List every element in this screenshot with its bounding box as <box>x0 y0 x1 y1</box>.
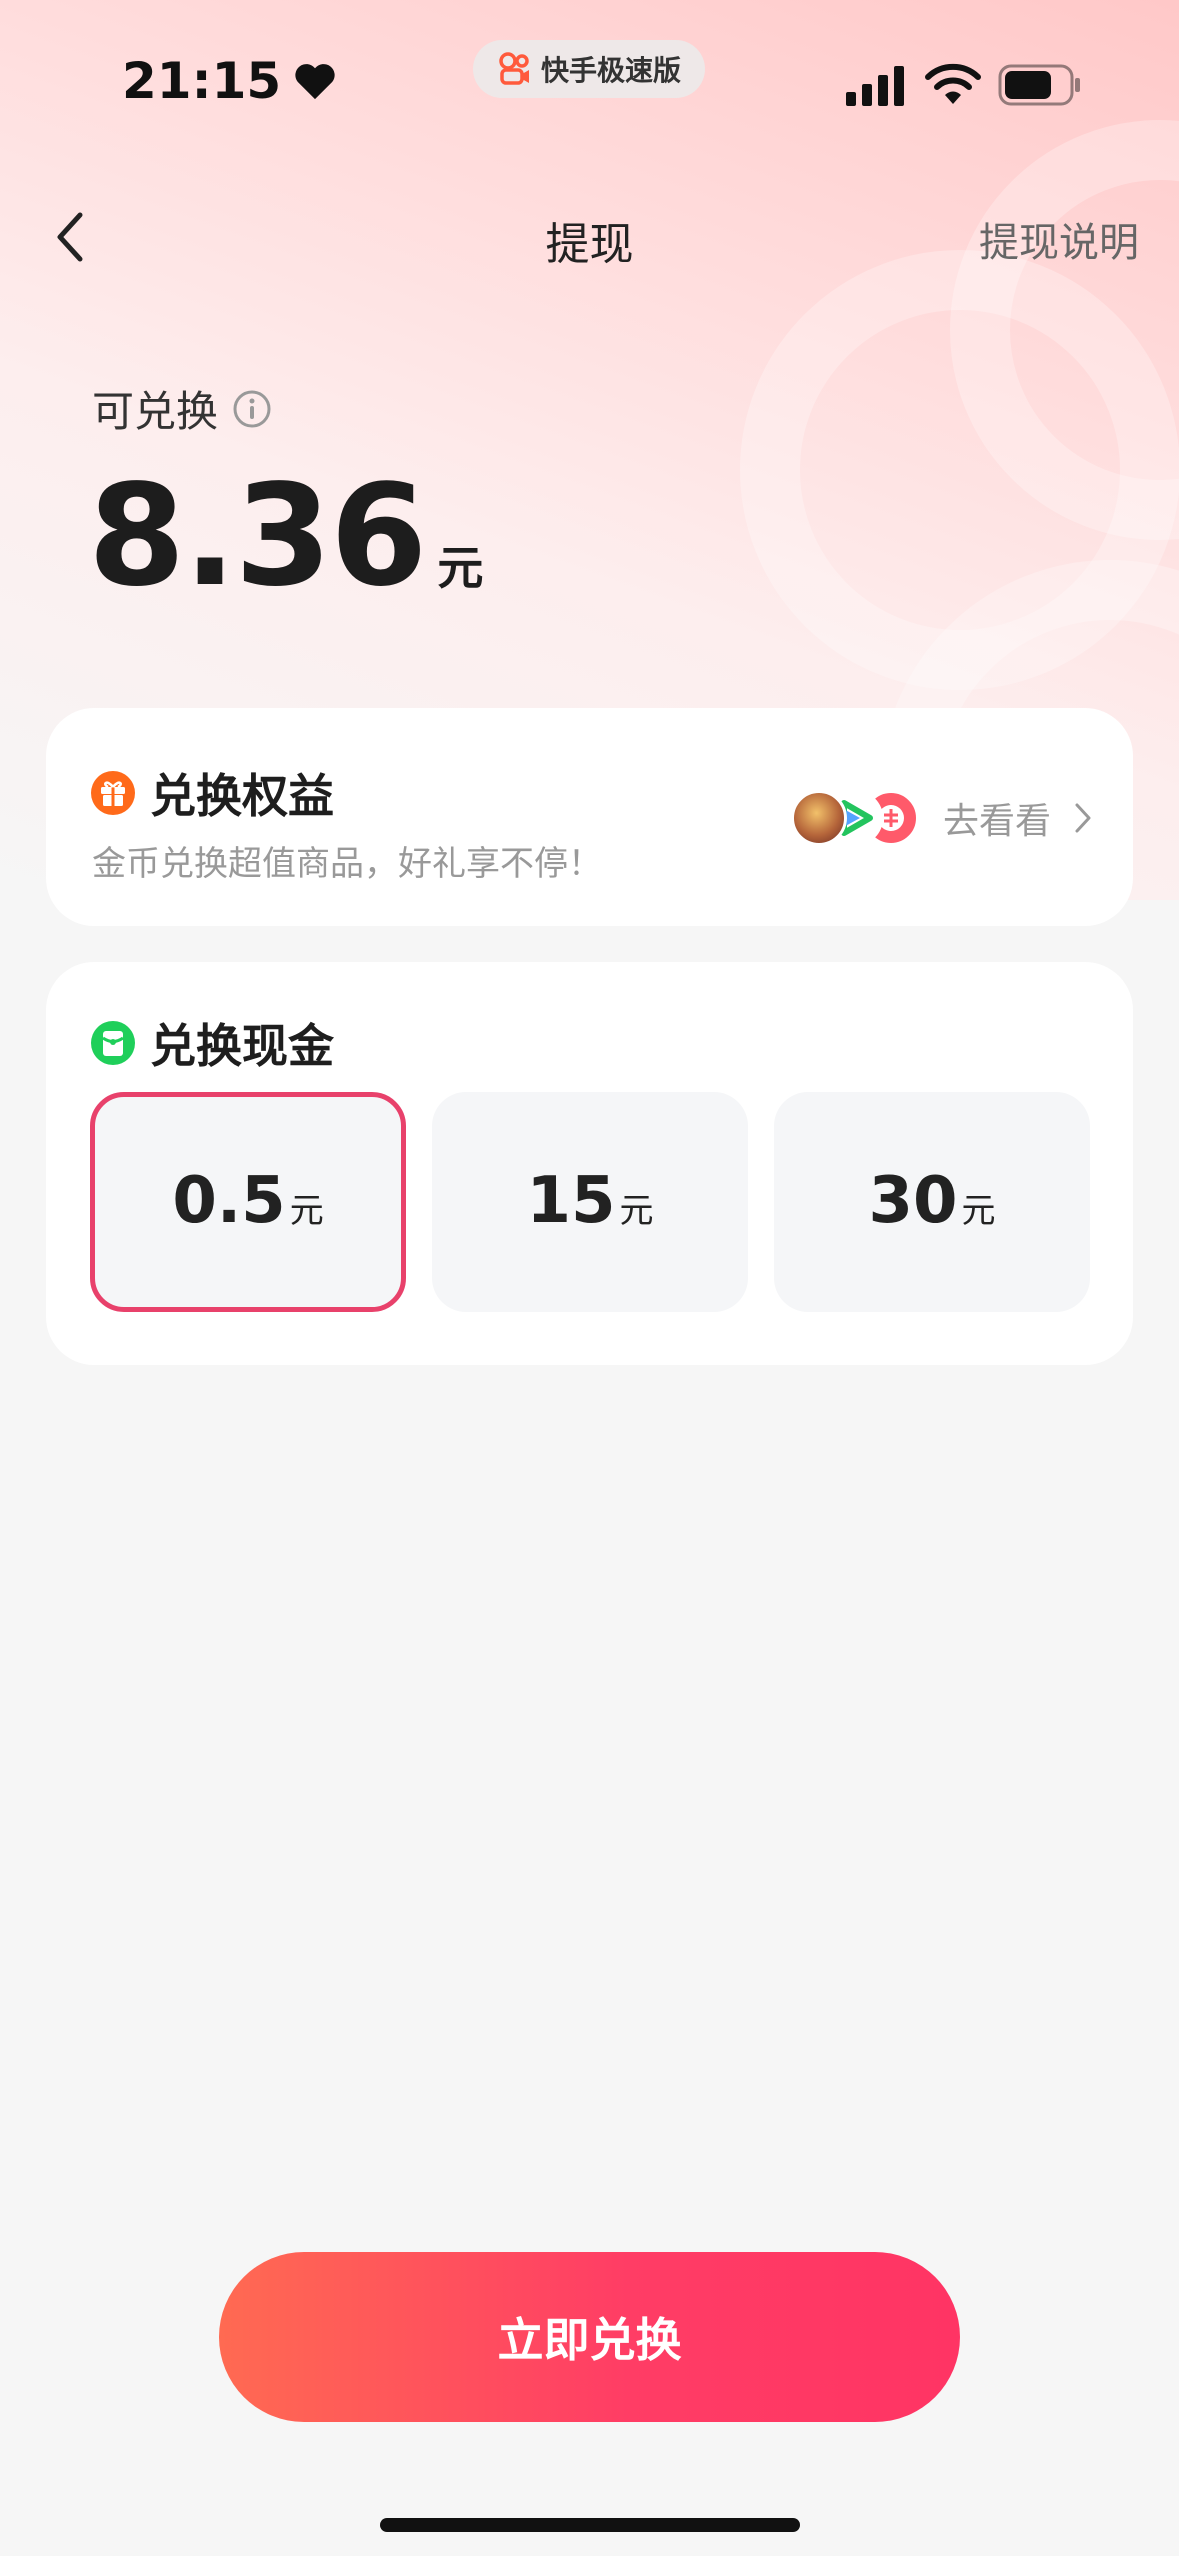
benefits-title: 兑换权益 <box>90 760 334 826</box>
info-icon[interactable] <box>232 389 272 429</box>
amount-options: 0.5 元 15 元 30 元 <box>90 1092 1090 1312</box>
game-avatar-icon <box>790 790 847 846</box>
balance-display: 8.36 元 <box>88 455 483 618</box>
cash-card: 兑换现金 0.5 元 15 元 30 元 <box>46 962 1133 1365</box>
wifi-icon <box>925 63 981 104</box>
balance-label-text: 可兑换 <box>92 387 219 436</box>
amount-option[interactable]: 0.5 元 <box>90 1092 406 1312</box>
cash-icon <box>91 1021 135 1065</box>
balance-amount: 8.36 <box>88 455 427 618</box>
gift-icon <box>91 771 135 815</box>
benefits-card[interactable]: 兑换权益 金币兑换超值商品，好礼享不停！ 去看看 <box>46 708 1133 926</box>
amount-unit: 元 <box>619 1191 654 1231</box>
app-return-pill[interactable]: 快手极速版 <box>473 40 705 98</box>
amount-option[interactable]: 30 元 <box>774 1092 1090 1312</box>
amount-option[interactable]: 15 元 <box>432 1092 748 1312</box>
chevron-right-icon <box>1075 803 1091 833</box>
cash-title: 兑换现金 <box>90 1010 334 1076</box>
benefits-link-label[interactable]: 去看看 <box>943 792 1051 844</box>
time-text: 21:15 <box>122 52 282 110</box>
status-bar: 21:15 快手极速版 <box>0 0 1179 150</box>
app-name: 快手极速版 <box>540 54 681 87</box>
cellular-signal-icon <box>846 66 904 106</box>
balance-label: 可兑换 <box>92 378 272 439</box>
home-indicator[interactable] <box>380 2518 800 2532</box>
amount-unit: 元 <box>289 1191 324 1231</box>
benefits-title-text: 兑换权益 <box>150 769 334 823</box>
amount-value: 15 <box>526 1164 616 1238</box>
benefits-subtitle: 金币兑换超值商品，好礼享不停！ <box>92 844 602 884</box>
status-time: 21:15 <box>122 52 337 110</box>
amount-unit: 元 <box>961 1191 996 1231</box>
battery-icon <box>998 64 1080 106</box>
withdraw-help-link[interactable]: 提现说明 <box>979 210 1139 268</box>
partner-logos <box>790 790 921 846</box>
benefits-link[interactable]: 去看看 <box>790 790 1093 846</box>
balance-unit: 元 <box>437 541 484 595</box>
cash-title-text: 兑换现金 <box>150 1019 334 1073</box>
amount-value: 30 <box>868 1164 958 1238</box>
amount-value: 0.5 <box>172 1164 286 1238</box>
kuaishou-logo-icon <box>499 52 529 85</box>
exchange-now-button[interactable]: 立即兑换 <box>219 2252 960 2422</box>
heart-icon <box>295 64 335 100</box>
